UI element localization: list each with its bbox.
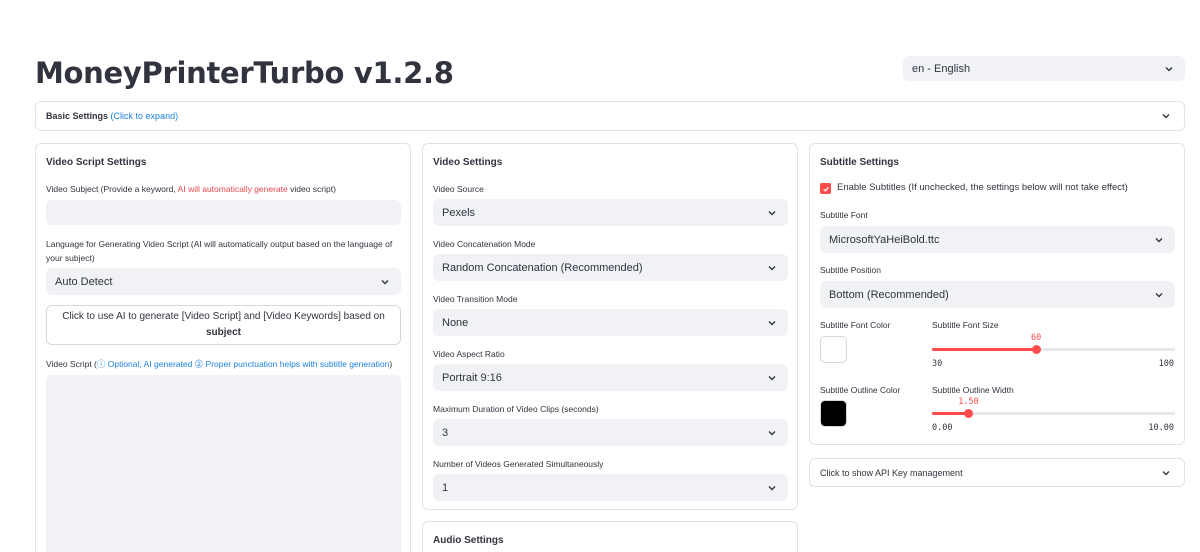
video-field-value: Pexels (442, 206, 476, 219)
video-field-value: Random Concatenation (Recommended) (442, 261, 643, 274)
chevron-down-icon (1153, 234, 1165, 246)
slider-thumb[interactable] (1031, 345, 1041, 354)
subtitle-font-color-picker[interactable] (820, 336, 847, 363)
script-language-select[interactable]: Auto Detect (46, 268, 401, 295)
check-icon (822, 186, 829, 192)
slider-thumb[interactable] (963, 409, 973, 418)
video-field-label: Video Concatenation Mode (433, 239, 536, 249)
enable-subtitles-label: Enable Subtitles (If unchecked, the sett… (837, 182, 1128, 193)
subtitle-outline-color-picker[interactable] (820, 400, 847, 427)
video-script-label: Video Script (ⓘ Optional, AI generated ⓶… (46, 359, 393, 369)
panel-title: Video Settings (433, 157, 503, 168)
panel-title: Audio Settings (433, 535, 504, 546)
subtitle-position-select[interactable]: Bottom (Recommended) (820, 281, 1175, 308)
api-key-expander[interactable]: Click to show API Key management (809, 458, 1185, 487)
subtitle-outline-width-slider[interactable]: 1.50 (932, 397, 1175, 418)
chevron-down-icon (766, 317, 778, 329)
chevron-down-icon (1160, 110, 1172, 122)
slider-max: 100 (1158, 359, 1174, 369)
chevron-down-icon (379, 276, 391, 288)
video-field-select[interactable]: Pexels (433, 199, 788, 226)
audio-settings-panel: Audio Settings (422, 521, 798, 552)
video-subject-input[interactable] (46, 200, 401, 225)
subtitle-font-color-label: Subtitle Font Color (820, 320, 891, 330)
video-field-label: Video Transition Mode (433, 294, 518, 304)
slider-fill (932, 412, 969, 415)
basic-settings-expander[interactable]: Basic Settings (Click to expand) (35, 101, 1185, 131)
basic-settings-label: Basic Settings (Click to expand) (46, 111, 179, 121)
video-field-value: None (442, 316, 469, 329)
slider-min: 30 (932, 359, 943, 369)
subtitle-font-label: Subtitle Font (820, 210, 868, 220)
api-key-label: Click to show API Key management (820, 467, 963, 478)
chevron-down-icon (766, 262, 778, 274)
enable-subtitles-checkbox[interactable] (820, 183, 831, 194)
video-field-select[interactable]: Random Concatenation (Recommended) (433, 254, 788, 281)
chevron-down-icon (1160, 467, 1172, 479)
video-subject-label: Video Subject (Provide a keyword, AI wil… (46, 184, 336, 194)
slider-max: 10.00 (1148, 423, 1174, 433)
chevron-down-icon (766, 482, 778, 494)
subtitle-settings-panel: Subtitle Settings Enable Subtitles (If u… (809, 143, 1185, 445)
video-field-value: 1 (442, 481, 449, 494)
slider-min: 0.00 (932, 423, 953, 433)
chevron-down-icon (766, 427, 778, 439)
script-language-value: Auto Detect (55, 275, 113, 288)
subtitle-outline-width-label: Subtitle Outline Width (932, 385, 1014, 395)
subtitle-font-value: MicrosoftYaHeiBold.ttc (829, 233, 940, 246)
chevron-down-icon (1153, 289, 1165, 301)
subtitle-font-select[interactable]: MicrosoftYaHeiBold.ttc (820, 226, 1175, 253)
language-select-value: en - English (912, 62, 971, 75)
subtitle-position-value: Bottom (Recommended) (829, 288, 949, 301)
video-field-label: Video Aspect Ratio (433, 349, 505, 359)
slider-fill (932, 348, 1037, 351)
page-title: MoneyPrinterTurbo v1.2.8 (35, 56, 454, 90)
video-field-select[interactable]: Portrait 9:16 (433, 364, 788, 391)
video-field-value: 3 (442, 426, 449, 439)
subtitle-outline-color-label: Subtitle Outline Color (820, 385, 901, 395)
video-field-value: Portrait 9:16 (442, 371, 502, 384)
subtitle-position-label: Subtitle Position (820, 265, 881, 275)
video-script-textarea[interactable] (46, 375, 401, 552)
video-field-label: Video Source (433, 184, 484, 194)
video-settings-panel: Video Settings Video Source Pexels Video C… (422, 143, 798, 510)
chevron-down-icon (766, 372, 778, 384)
video-field-select[interactable]: None (433, 309, 788, 336)
video-field-select[interactable]: 1 (433, 474, 788, 501)
generate-script-button[interactable]: Click to use AI to generate [Video Scrip… (46, 305, 401, 345)
video-field-select[interactable]: 3 (433, 419, 788, 446)
slider-value: 1.50 (958, 397, 979, 407)
script-language-label: Language for Generating Video Script (AI… (46, 239, 393, 263)
chevron-down-icon (766, 207, 778, 219)
video-field-label: Number of Videos Generated Simultaneousl… (433, 459, 604, 469)
slider-value: 60 (1031, 333, 1042, 343)
chevron-down-icon (1163, 63, 1175, 75)
subtitle-font-size-slider[interactable]: 60 (932, 333, 1175, 354)
script-settings-panel: Video Script Settings Video Subject (Pro… (35, 143, 411, 552)
language-select[interactable]: en - English (903, 56, 1185, 81)
subtitle-font-size-label: Subtitle Font Size (932, 320, 999, 330)
panel-title: Video Script Settings (46, 157, 147, 168)
video-field-label: Maximum Duration of Video Clips (seconds… (433, 404, 599, 414)
panel-title: Subtitle Settings (820, 157, 899, 168)
